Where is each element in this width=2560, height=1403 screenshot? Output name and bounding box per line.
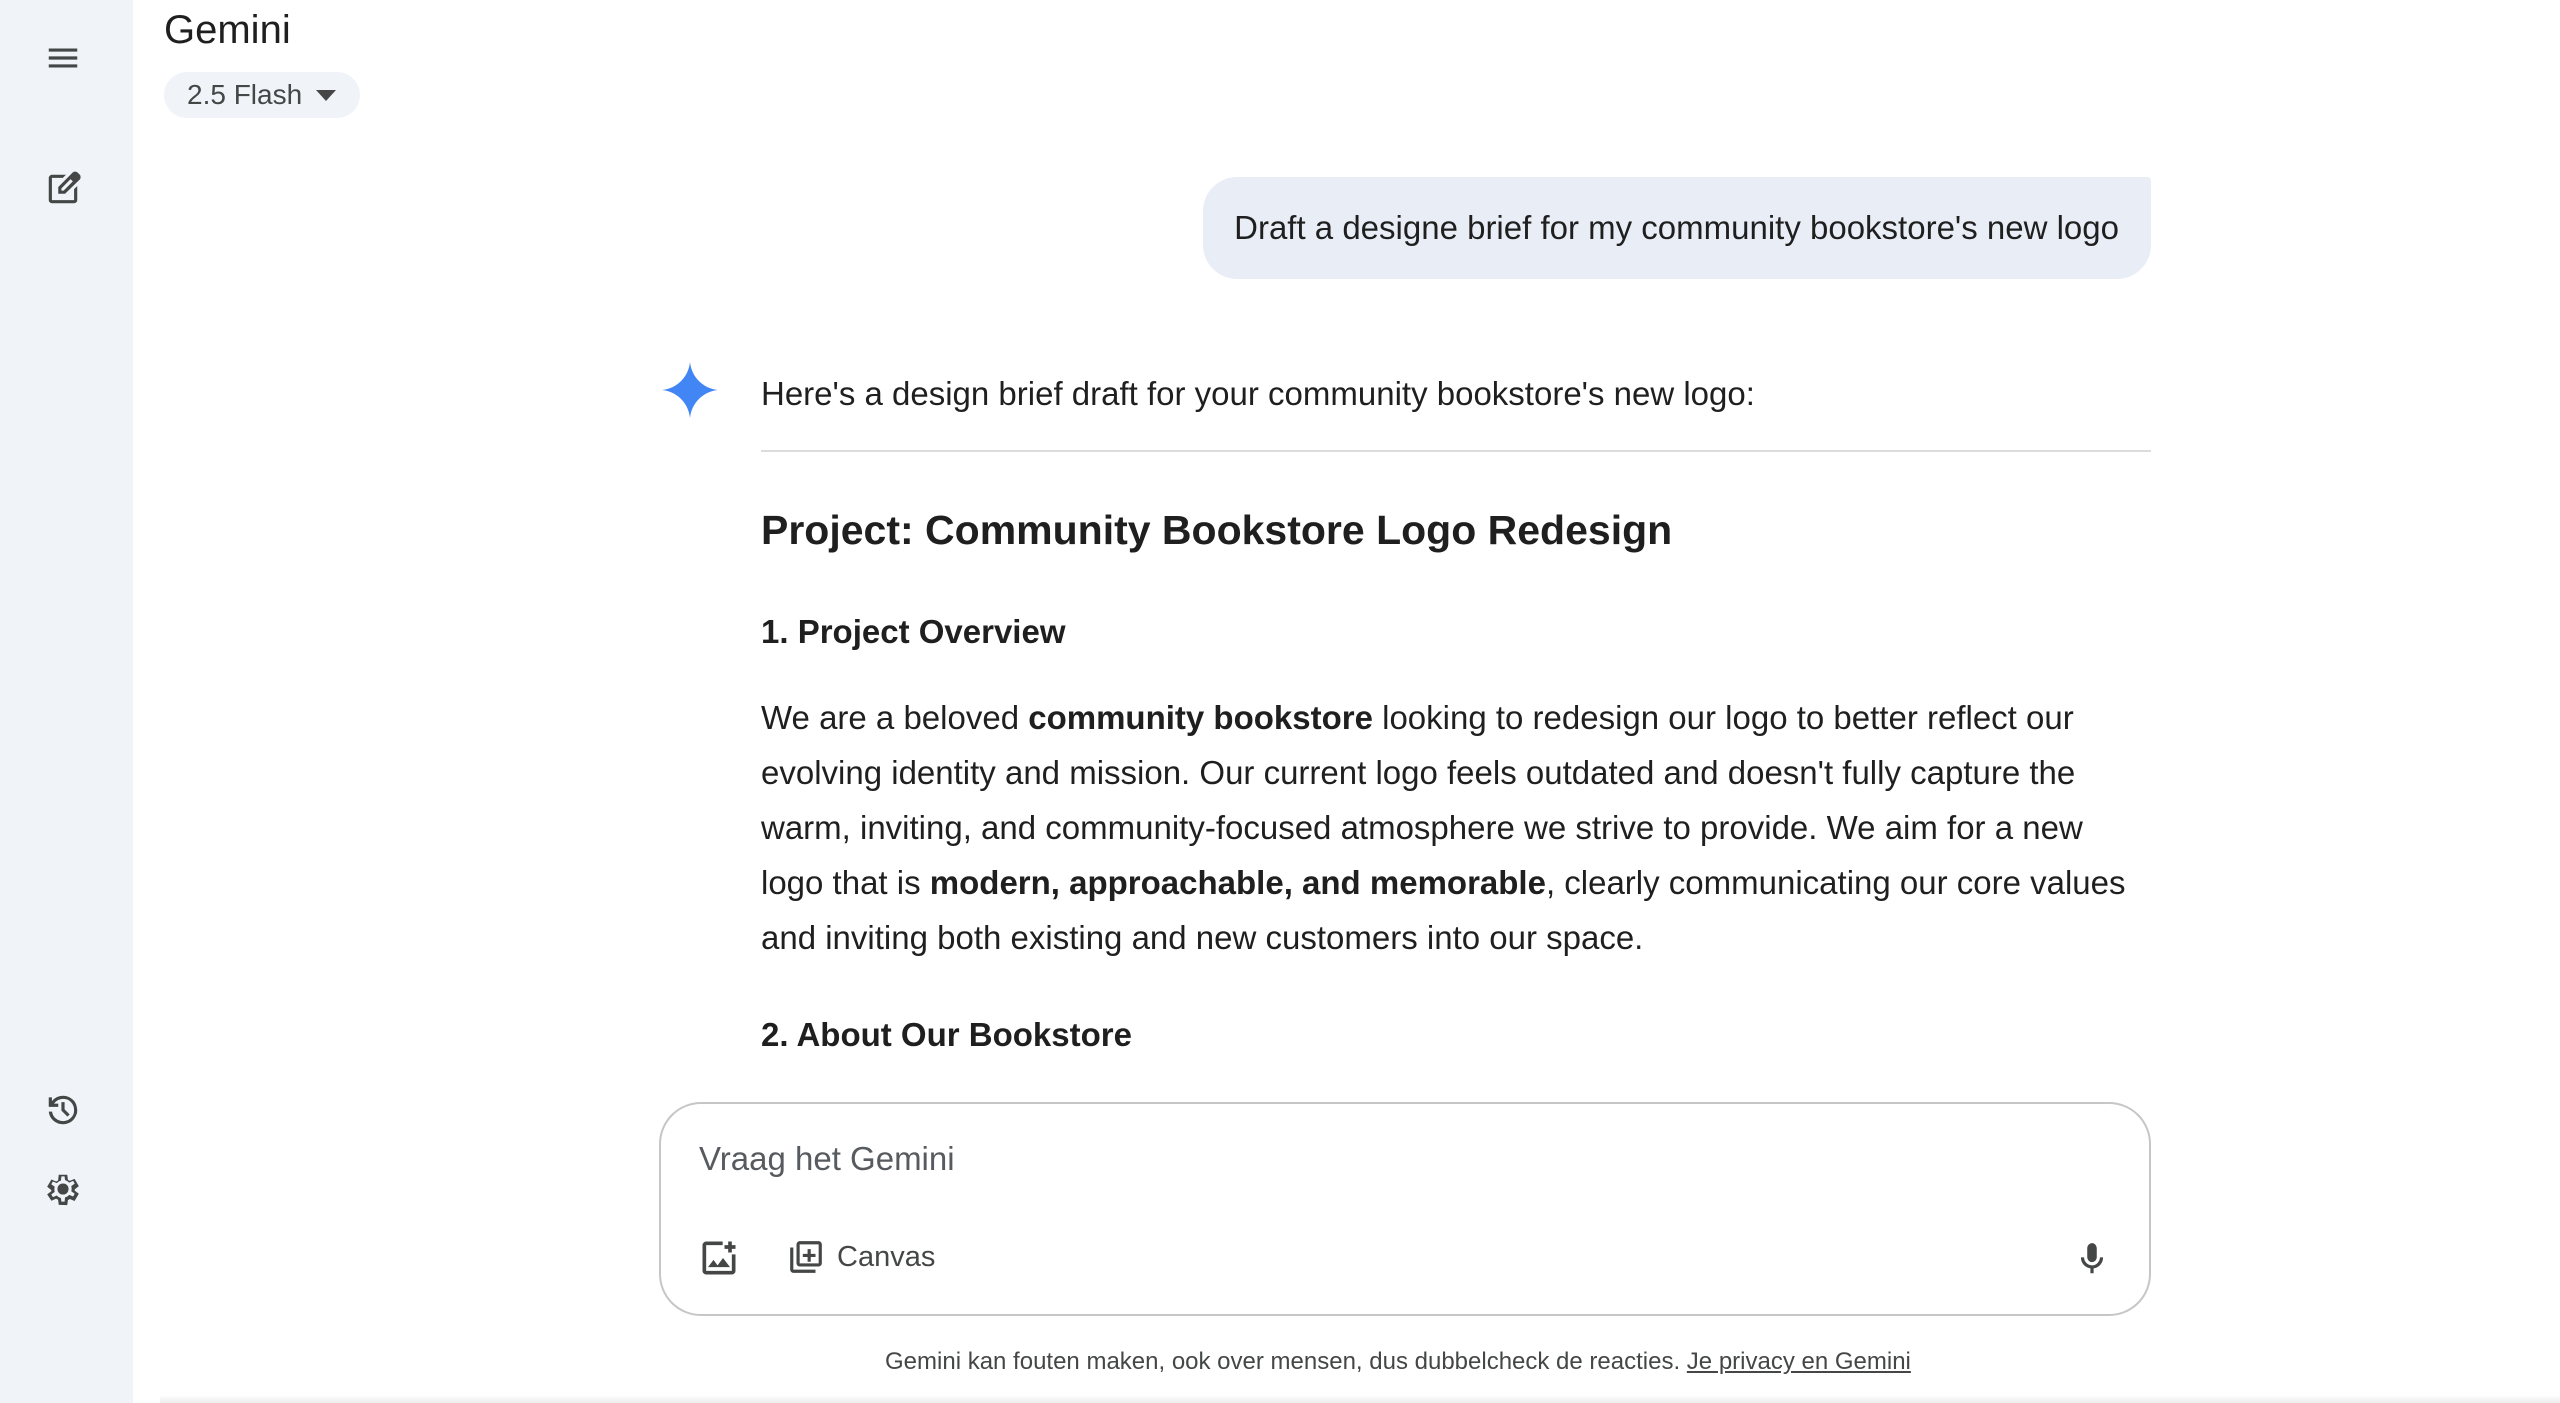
prompt-composer: Canvas [659, 1102, 2151, 1316]
activity-icon [48, 1095, 78, 1125]
microphone-button[interactable] [2073, 1240, 2111, 1278]
settings-icon [47, 1174, 79, 1206]
model-response: Here's a design brief draft for your com… [761, 370, 2151, 1093]
response-heading: Project: Community Bookstore Logo Redesi… [761, 507, 1673, 553]
text-run: We are a beloved [761, 699, 1029, 736]
microphone-icon [2080, 1243, 2104, 1274]
response-intro: Here's a design brief draft for your com… [761, 375, 1755, 412]
activity-button[interactable] [30, 1077, 96, 1143]
add-image-icon [702, 1241, 736, 1275]
gemini-app: Gemini 2.5 Flash Draft a designe brief f… [0, 0, 2560, 1403]
disclaimer: Gemini kan fouten maken, ook over mensen… [885, 1348, 1911, 1376]
sidebar-rail [0, 0, 133, 1403]
canvas-label: Canvas [837, 1240, 936, 1273]
new-chat-button[interactable] [30, 156, 96, 222]
bottom-fade [160, 1395, 2560, 1403]
new-chat-icon [48, 171, 81, 204]
section-paragraph-overview: We are a beloved community bookstore loo… [761, 690, 2151, 965]
menu-icon [48, 48, 78, 68]
main-menu-button[interactable] [30, 25, 96, 91]
settings-button[interactable] [30, 1156, 96, 1222]
section-title-overview: 1. Project Overview [761, 613, 1066, 650]
bold-text-run: modern, approachable, and memorable [929, 864, 1546, 901]
disclaimer-text: Gemini kan fouten maken, ook over mensen… [885, 1348, 1687, 1375]
canvas-icon [790, 1241, 822, 1273]
privacy-link[interactable]: Je privacy en Gemini [1687, 1348, 1911, 1375]
bold-text-run: community bookstore [1028, 699, 1373, 736]
canvas-button[interactable]: Canvas [787, 1238, 935, 1276]
section-title-about: 2. About Our Bookstore [761, 1016, 1132, 1053]
model-label: 2.5 Flash [187, 79, 303, 110]
divider [761, 450, 2151, 452]
prompt-input[interactable] [699, 1140, 1999, 1178]
add-image-button[interactable] [697, 1236, 741, 1280]
user-message: Draft a designe brief for my community b… [1203, 177, 2151, 279]
model-selector[interactable]: 2.5 Flash [164, 72, 361, 118]
chevron-down-icon [316, 89, 337, 101]
app-title: Gemini [164, 8, 291, 52]
gemini-spark-icon [662, 362, 718, 418]
